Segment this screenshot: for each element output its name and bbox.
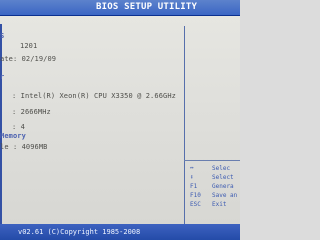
help-panel: ↔ Selec ↕ Select F1 Genera F10 Save an E… [190, 165, 240, 220]
memory-section-label: Memory [0, 132, 26, 140]
help-row: ESC Exit [190, 201, 240, 209]
footer-bar: v02.61 (C)Copyright 1985-2008 [0, 224, 240, 240]
memory-size-value: le : 4096MB [0, 143, 48, 151]
bios-screen: BIOS SETUP UTILITY S 1201 ate: 02/19/09 … [0, 0, 240, 240]
help-description: Selec [212, 165, 231, 172]
help-description: Exit [212, 201, 227, 208]
help-description: Save an [212, 192, 238, 199]
help-row: ↔ Selec [190, 165, 240, 173]
help-row: F10 Save an [190, 192, 240, 200]
help-key: F1 [190, 183, 198, 190]
help-row: F1 Genera [190, 183, 240, 191]
help-row: ↕ Select [190, 174, 240, 182]
cpu-name-value: : Intel(R) Xeon(R) CPU X3350 @ 2.66GHz [12, 92, 176, 100]
up-down-icon: ↕ [190, 173, 194, 181]
processor-section-label: r [0, 73, 5, 81]
help-description: Genera [212, 183, 234, 190]
title-bar: BIOS SETUP UTILITY [0, 0, 240, 16]
help-key: ESC [190, 201, 201, 208]
help-key: F10 [190, 192, 201, 199]
window-title: BIOS SETUP UTILITY [96, 2, 198, 12]
left-right-icon: ↔ [190, 164, 194, 172]
bios-date-value: ate: 02/19/09 [0, 55, 57, 63]
footer-copyright: v02.61 (C)Copyright 1985-2008 [18, 228, 141, 236]
help-description: Select [212, 174, 234, 181]
bios-version-value: 1201 [20, 42, 38, 50]
cpu-count-value: : 4 [12, 123, 25, 131]
cpu-speed-value: : 2666MHz [12, 108, 51, 116]
bios-section-label: S [0, 32, 5, 40]
